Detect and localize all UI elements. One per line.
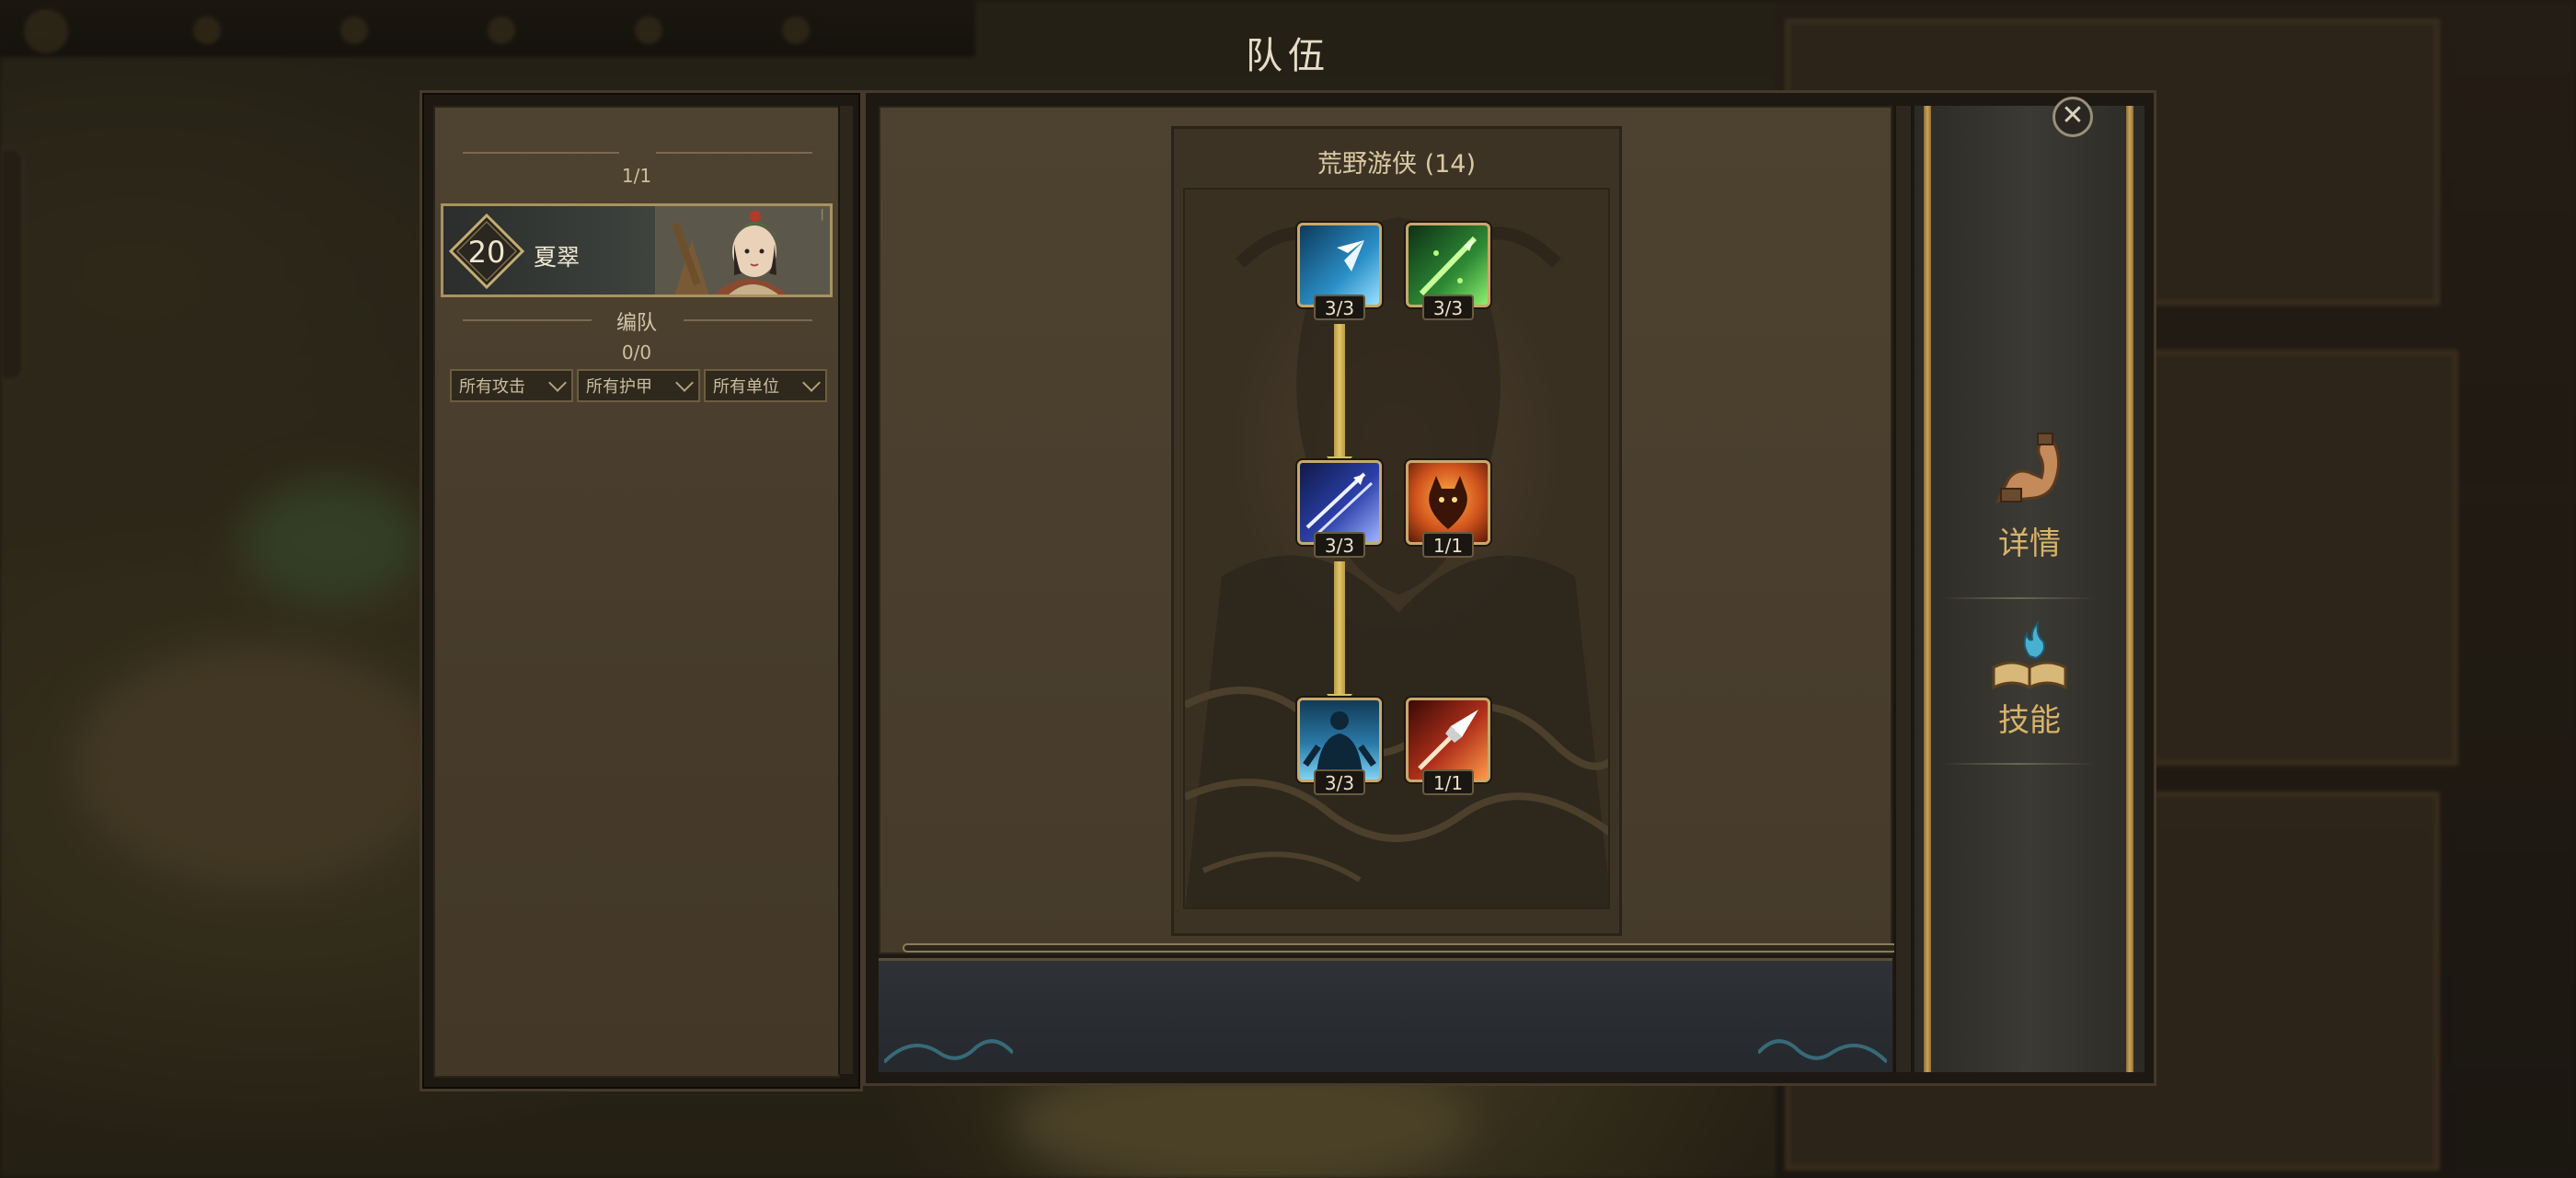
unit-filter-dropdown[interactable]: 所有单位 [704,369,827,402]
armor-filter-dropdown[interactable]: 所有护甲 [577,369,700,402]
ranger-silhouette-icon [1185,217,1608,907]
roster-scrollbar[interactable] [838,106,853,1074]
roster-panel: 1/1 20 夏翠 ᛁ 编队 0/0 所有攻击 所有护甲 所有单位 [420,90,863,1091]
page-title: 队伍 [1246,35,1330,77]
chevron-down-icon [802,374,821,392]
wave-ornament-icon [1758,1039,1887,1064]
close-button[interactable]: ✕ [2053,97,2093,137]
skill-rank: 1/1 [1422,532,1474,558]
skill-tree-artwork [1183,188,1610,909]
filter-row: 所有攻击 所有护甲 所有单位 [450,369,827,402]
formation-label: 编队 [615,312,657,335]
skills-panel: 荒野游侠 (14) 3/3 3/3 3/3 1/1 3/3 1/1 详情 技能 … [863,90,2156,1086]
hero-portrait-icon [655,206,830,294]
attack-filter-dropdown[interactable]: 所有攻击 [450,369,573,402]
tab-details[interactable]: 详情 [1926,428,2133,584]
skill-rank: 3/3 [1422,294,1474,320]
chevron-down-icon [548,374,567,392]
chevron-down-icon [675,374,694,392]
skill-rank: 3/3 [1314,769,1365,795]
hero-count: 1/1 [621,165,652,187]
tab-skills[interactable]: 技能 [1926,621,2133,778]
skill-description-area [879,958,1892,1072]
skill-tree-card: 荒野游侠 (14) 3/3 3/3 3/3 1/1 3/3 1/1 [1171,126,1622,936]
tab-column: 详情 技能 [1915,106,2145,1072]
hero-card[interactable]: 20 夏翠 ᛁ [441,203,833,297]
close-icon: ✕ [2061,99,2085,132]
skill-rank: 3/3 [1314,532,1365,558]
formation-count: 0/0 [621,341,652,364]
hero-name: 夏翠 [534,244,581,271]
horizontal-scrollbar[interactable] [903,943,1898,953]
skill-rank: 3/3 [1314,294,1365,320]
skill-tree-title: 荒野游侠 (14) [1317,150,1476,179]
wave-ornament-icon [884,1039,1013,1064]
skill-rank: 1/1 [1422,769,1474,795]
hero-level: 20 [467,235,506,270]
roster-list: 1/1 20 夏翠 ᛁ 编队 0/0 所有攻击 所有护甲 所有单位 [433,106,840,1078]
tab-label: 技能 [1998,702,2061,739]
tab-label: 详情 [1998,525,2061,562]
vertical-scrollbar[interactable] [1894,106,1913,1072]
spell-book-icon [1992,621,2067,690]
flexed-arm-icon [1995,433,2061,503]
skill-tree-area: 荒野游侠 (14) 3/3 3/3 3/3 1/1 3/3 1/1 [879,106,1898,954]
